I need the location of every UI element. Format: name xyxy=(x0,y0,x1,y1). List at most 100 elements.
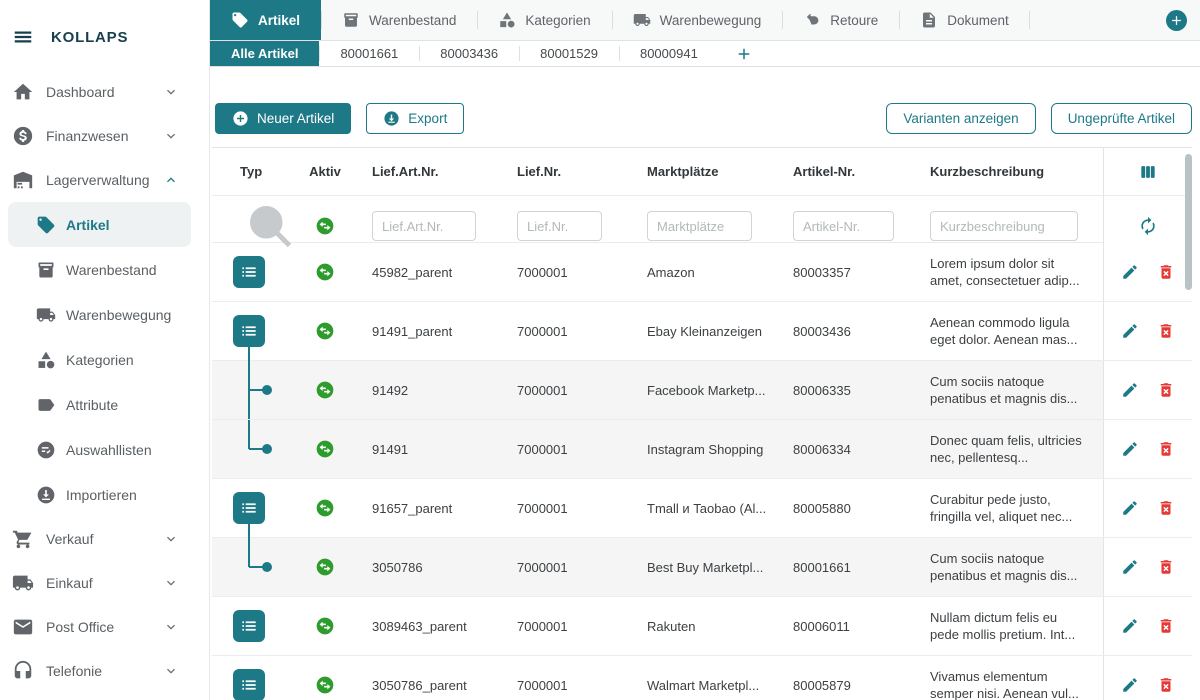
filter-lief-art-nr-input[interactable] xyxy=(372,211,476,241)
column-header-marktplaetze[interactable]: Marktplätze xyxy=(637,164,783,179)
parent-type-icon[interactable] xyxy=(233,610,265,642)
delete-article-button[interactable] xyxy=(1157,322,1175,340)
sidebar-item[interactable]: Dashboard xyxy=(0,70,209,114)
edit-article-button[interactable] xyxy=(1121,617,1139,635)
table-header-row: Typ Aktiv Lief.Art.Nr. Lief.Nr. Marktplä… xyxy=(212,148,1192,196)
inventory-icon xyxy=(342,11,360,29)
app-window: KOLLAPS Dashboard Finanzwesen Lagerverwa… xyxy=(0,0,1200,700)
delete-article-button[interactable] xyxy=(1157,263,1175,281)
sidebar-item-label: Lagerverwaltung xyxy=(46,172,150,188)
sidebar-item[interactable]: Warenbewegung xyxy=(8,292,191,337)
delete-article-button[interactable] xyxy=(1157,440,1175,458)
sidebar-item[interactable]: Kategorien xyxy=(8,337,191,382)
document-icon xyxy=(920,11,938,29)
edit-article-button[interactable] xyxy=(1121,381,1139,399)
new-article-button[interactable]: Neuer Artikel xyxy=(215,103,351,134)
lief-nr-value: 7000001 xyxy=(507,442,637,457)
main-tab[interactable]: Kategorien xyxy=(477,0,611,40)
column-header-typ[interactable]: Typ xyxy=(212,164,300,179)
sidebar-item-label: Finanzwesen xyxy=(46,128,129,144)
edit-article-button[interactable] xyxy=(1121,676,1139,694)
sidebar: KOLLAPS Dashboard Finanzwesen Lagerverwa… xyxy=(0,0,210,700)
main-tab[interactable]: Dokument xyxy=(899,0,1030,40)
tag-icon xyxy=(36,215,56,235)
sub-tab[interactable]: Alle Artikel xyxy=(210,41,319,66)
sub-tab[interactable]: 80000941 xyxy=(619,41,719,66)
edit-article-button[interactable] xyxy=(1121,440,1139,458)
delete-article-button[interactable] xyxy=(1157,381,1175,399)
vertical-scrollbar[interactable] xyxy=(1185,154,1192,290)
main-tab[interactable]: Warenbestand xyxy=(321,0,477,40)
parent-type-icon[interactable] xyxy=(233,256,265,288)
lief-art-nr-value: 91657_parent xyxy=(362,501,507,516)
lief-nr-value: 7000001 xyxy=(507,501,637,516)
unchecked-articles-button[interactable]: Ungeprüfte Artikel xyxy=(1051,103,1192,134)
sub-tab[interactable]: 80003436 xyxy=(419,41,519,66)
edit-article-button[interactable] xyxy=(1121,558,1139,576)
chevron-down-icon xyxy=(163,128,179,144)
table-body: 45982_parent 7000001 Amazon 80003357 Lor… xyxy=(212,243,1192,700)
sidebar-item[interactable]: Warenbestand xyxy=(8,247,191,292)
main-tab-label: Warenbewegung xyxy=(660,13,762,28)
column-header-artikel-nr[interactable]: Artikel-Nr. xyxy=(783,164,920,179)
main-tab[interactable]: Warenbewegung xyxy=(612,0,783,40)
edit-article-button[interactable] xyxy=(1121,322,1139,340)
delete-article-button[interactable] xyxy=(1157,558,1175,576)
hamburger-menu-icon[interactable] xyxy=(12,26,34,48)
delete-article-button[interactable] xyxy=(1157,676,1175,694)
filter-marktplaetze-input[interactable] xyxy=(647,211,752,241)
swap-horizontal-circle-icon xyxy=(315,321,335,341)
filter-artikel-nr-input[interactable] xyxy=(793,211,894,241)
sidebar-item[interactable]: Auswahllisten xyxy=(8,427,191,472)
chevron-down-icon xyxy=(163,575,179,591)
parent-type-icon[interactable] xyxy=(233,315,265,347)
sub-tab-label: 80003436 xyxy=(440,46,498,61)
marktplatz-value: Ebay Kleinanzeigen xyxy=(637,324,783,339)
sidebar-item[interactable]: Artikel xyxy=(8,202,191,247)
add-main-tab-button[interactable] xyxy=(1166,10,1187,31)
column-header-aktiv[interactable]: Aktiv xyxy=(300,164,362,179)
sub-tab[interactable]: 80001661 xyxy=(319,41,419,66)
delete-article-button[interactable] xyxy=(1157,499,1175,517)
column-header-lief-art-nr[interactable]: Lief.Art.Nr. xyxy=(362,164,507,179)
sidebar-item[interactable]: Verkauf xyxy=(0,517,209,561)
main-tab[interactable]: Artikel xyxy=(210,0,321,40)
inventory-icon xyxy=(36,260,56,280)
refresh-icon[interactable] xyxy=(1138,216,1158,236)
swap-horizontal-circle-icon xyxy=(315,675,335,695)
table-row: 45982_parent 7000001 Amazon 80003357 Lor… xyxy=(212,243,1192,302)
edit-article-button[interactable] xyxy=(1121,499,1139,517)
sidebar-item[interactable]: Finanzwesen xyxy=(0,114,209,158)
table-row: 91657_parent 7000001 Tmall и Taobao (Al.… xyxy=(212,479,1192,538)
sidebar-item[interactable]: Lagerverwaltung xyxy=(0,158,209,202)
import-circle-icon xyxy=(36,485,56,505)
parent-type-icon[interactable] xyxy=(233,669,265,700)
column-header-kurzbeschreibung[interactable]: Kurzbeschreibung xyxy=(920,164,1103,179)
swap-horizontal-circle-icon xyxy=(315,439,335,459)
filter-kurzbeschreibung-input[interactable] xyxy=(930,211,1078,241)
add-sub-tab-button[interactable] xyxy=(733,43,755,65)
columns-icon[interactable] xyxy=(1138,162,1158,182)
table-row: 91492 7000001 Facebook Marketp... 800063… xyxy=(212,361,1192,420)
parent-type-icon[interactable] xyxy=(233,492,265,524)
sidebar-item[interactable]: Einkauf xyxy=(0,561,209,605)
delete-article-button[interactable] xyxy=(1157,617,1175,635)
filter-lief-nr-input[interactable] xyxy=(517,211,602,241)
lief-art-nr-value: 91491 xyxy=(362,442,507,457)
export-button[interactable]: Export xyxy=(366,103,464,134)
column-header-lief-nr[interactable]: Lief.Nr. xyxy=(507,164,637,179)
edit-article-button[interactable] xyxy=(1121,263,1139,281)
sidebar-item[interactable]: Telefonie xyxy=(0,649,209,693)
show-variants-button[interactable]: Varianten anzeigen xyxy=(886,103,1035,134)
tree-connector-line xyxy=(248,538,250,567)
sub-tab-label: 80000941 xyxy=(640,46,698,61)
kurzbeschreibung-value: Lorem ipsum dolor sit amet, consectetuer… xyxy=(920,255,1103,289)
sidebar-item[interactable]: Importieren xyxy=(8,472,191,517)
main-tab[interactable]: Retoure xyxy=(782,0,899,40)
sub-tab-label: 80001529 xyxy=(540,46,598,61)
main-panel: Neuer Artikel Export Varianten anzeigen … xyxy=(210,67,1200,700)
sidebar-item[interactable]: Post Office xyxy=(0,605,209,649)
sub-tab[interactable]: 80001529 xyxy=(519,41,619,66)
swap-horizontal-circle-icon[interactable] xyxy=(315,216,335,236)
sidebar-item[interactable]: Attribute xyxy=(8,382,191,427)
